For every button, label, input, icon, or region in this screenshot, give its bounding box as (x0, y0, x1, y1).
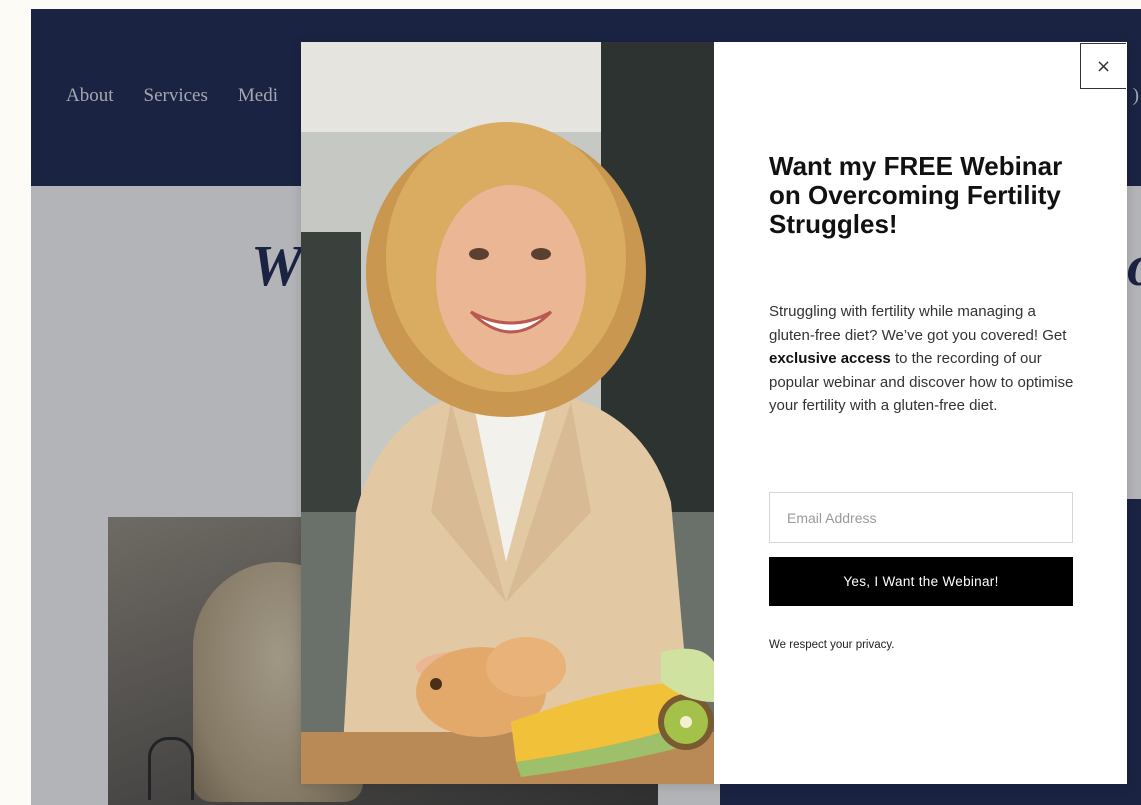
submit-webinar-button[interactable]: Yes, I Want the Webinar! (769, 557, 1073, 606)
modal-content: Want my FREE Webinar on Overcoming Ferti… (714, 42, 1127, 784)
privacy-note: We respect your privacy. (769, 639, 895, 651)
woman-portrait-image (301, 42, 714, 784)
email-field[interactable] (769, 492, 1073, 543)
description-text: Struggling with fertility while managing… (769, 303, 1067, 344)
webinar-modal: Want my FREE Webinar on Overcoming Ferti… (301, 42, 1127, 784)
modal-heading: Want my FREE Webinar on Overcoming Ferti… (769, 151, 1063, 239)
close-icon: × (1095, 55, 1112, 77)
description-emphasis: exclusive access (769, 350, 891, 367)
modal-photo (301, 42, 714, 784)
close-button[interactable]: × (1080, 43, 1126, 89)
modal-description: Struggling with fertility while managing… (769, 300, 1079, 418)
